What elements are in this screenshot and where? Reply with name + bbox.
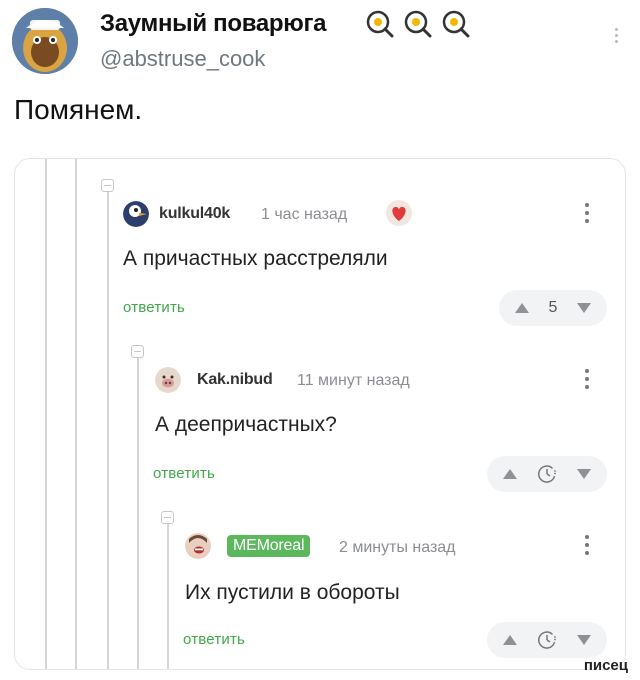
pepe-avatar-image (12, 8, 78, 74)
downvote-icon[interactable] (577, 635, 591, 645)
comment-text: А причастных расстреляли (123, 247, 388, 270)
rating-hidden-clock-icon (537, 631, 556, 649)
author-handle[interactable]: @abstruse_cook (100, 46, 265, 72)
thread-line (45, 159, 47, 669)
face-avatar-image (185, 533, 211, 559)
author-emojis (366, 10, 470, 38)
comment-more-icon[interactable] (585, 203, 589, 223)
comment-thread-card: kulkul40k 1 час назад А причастных расст… (14, 158, 626, 670)
comment-text: Их пустили в обороты (185, 581, 400, 604)
author-name[interactable]: Заумный поварюга (100, 10, 327, 38)
thread-line (107, 187, 109, 669)
comment-time: 11 минут назад (297, 372, 410, 389)
avatar[interactable] (155, 367, 181, 393)
reply-button[interactable]: ответить (183, 631, 245, 648)
upvote-icon[interactable] (503, 635, 517, 645)
rating-value: 5 (548, 299, 558, 316)
avatar[interactable] (185, 533, 211, 559)
collapse-icon[interactable] (101, 179, 114, 192)
comment-username[interactable]: kulkul40k (159, 205, 230, 223)
tweet-more-icon[interactable] (615, 28, 618, 43)
comment-rating (487, 622, 607, 658)
avatar[interactable] (123, 201, 149, 227)
comment-username[interactable]: MEMoreal (227, 535, 311, 557)
reply-button[interactable]: ответить (153, 465, 215, 482)
downvote-icon[interactable] (577, 469, 591, 479)
tweet-text: Помянем. (14, 94, 143, 125)
thread-line (137, 355, 139, 669)
comment-time: 1 час назад (261, 206, 348, 223)
pig-avatar-image (155, 367, 181, 393)
collapse-icon[interactable] (131, 345, 144, 358)
comment-time: 2 минуты назад (339, 539, 456, 556)
comment-rating: 5 (499, 290, 607, 326)
heart-award-icon (386, 200, 412, 226)
fried-egg-icon (442, 10, 470, 38)
downvote-icon[interactable] (577, 303, 591, 313)
reply-button[interactable]: ответить (123, 299, 185, 316)
comment-more-icon[interactable] (585, 369, 589, 389)
comment-text: А деепричастных? (155, 413, 337, 436)
author-avatar[interactable] (12, 8, 78, 74)
comment-rating (487, 456, 607, 492)
fried-egg-icon (366, 10, 394, 38)
rating-hidden-clock-icon (537, 465, 556, 483)
comment-username[interactable]: Kak.nibud (197, 371, 273, 389)
duck-avatar-image (123, 201, 149, 227)
watermark: писец (583, 657, 628, 674)
upvote-icon[interactable] (515, 303, 529, 313)
fried-egg-icon (404, 10, 432, 38)
comment-more-icon[interactable] (585, 535, 589, 555)
collapse-icon[interactable] (161, 511, 174, 524)
upvote-icon[interactable] (503, 469, 517, 479)
thread-line (75, 159, 77, 669)
thread-line (167, 519, 169, 669)
